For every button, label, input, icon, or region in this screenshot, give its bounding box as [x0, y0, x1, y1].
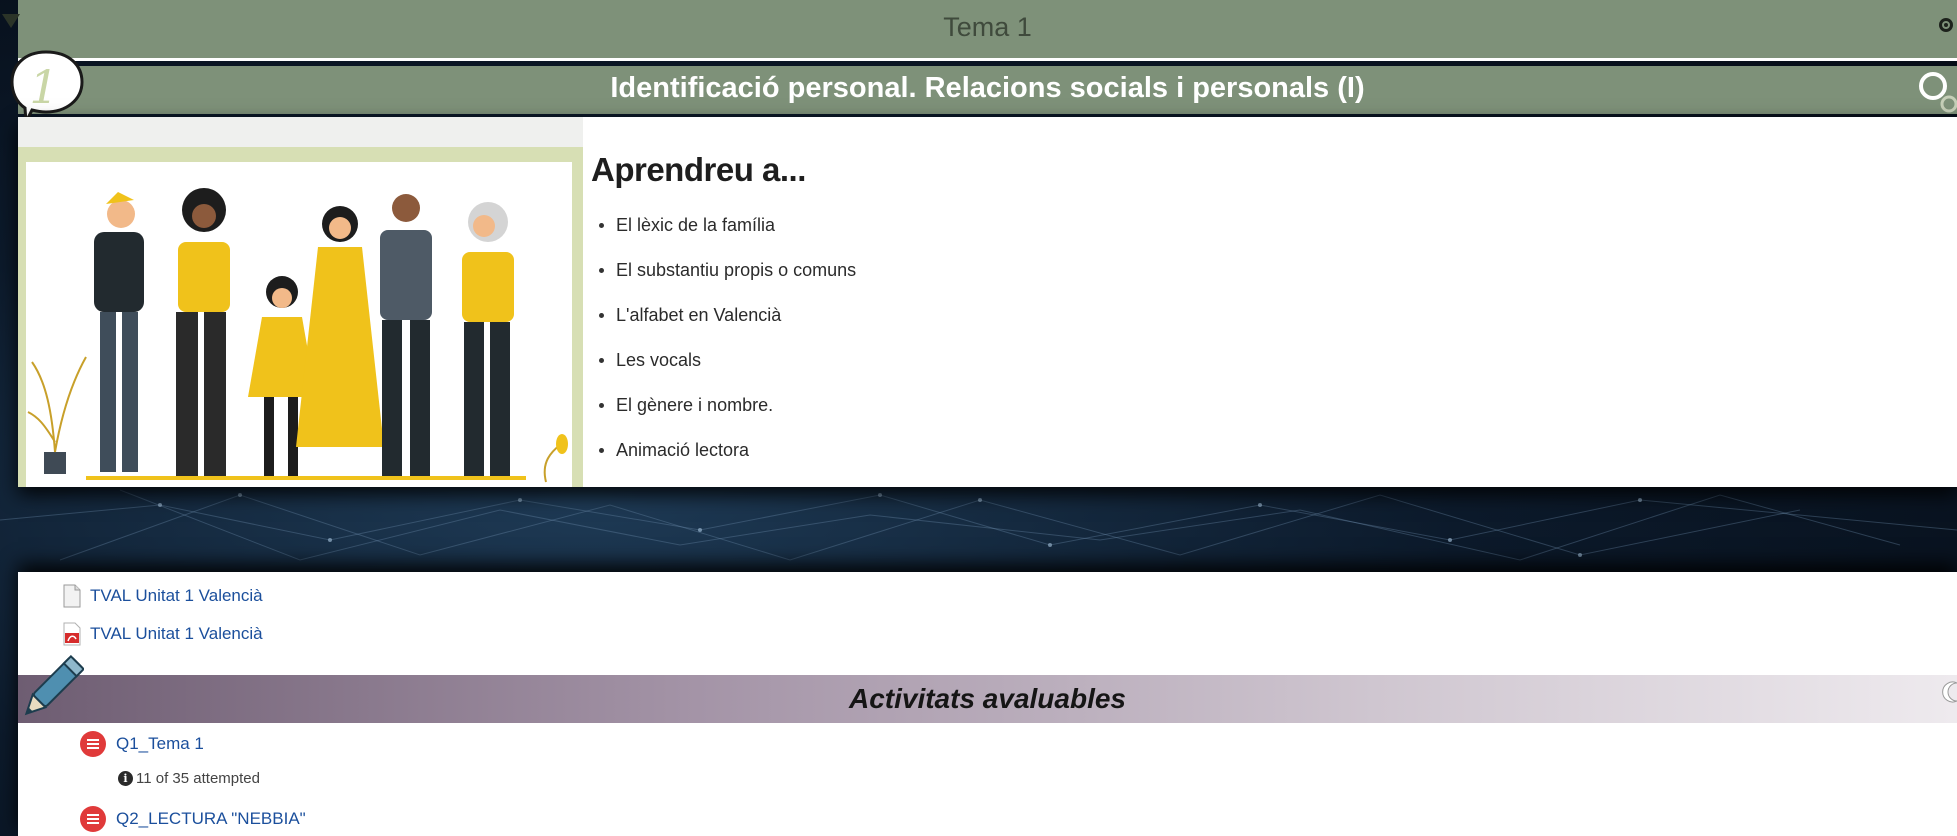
section-title: Tema 1 — [943, 12, 1032, 42]
illustration-frame — [18, 117, 583, 487]
moon-icon — [1942, 681, 1957, 703]
family-illustration — [26, 162, 572, 487]
resource-label[interactable]: TVAL Unitat 1 Valencià — [90, 586, 263, 606]
resource-label[interactable]: TVAL Unitat 1 Valencià — [90, 624, 263, 644]
gear-icon — [1919, 72, 1957, 113]
topic-item: L'alfabet en Valencià — [598, 293, 856, 338]
unit-intro-panel: Aprendreu a... El lèxic de la família El… — [18, 117, 1957, 487]
topic-item: El gènere i nombre. — [598, 383, 856, 428]
info-icon: i — [118, 771, 133, 786]
attempt-status: i 11 of 35 attempted — [118, 770, 260, 787]
target-icon[interactable] — [1939, 18, 1953, 32]
document-icon — [63, 584, 81, 608]
pdf-icon — [63, 622, 81, 646]
quiz-label[interactable]: Q2_LECTURA "NEBBIA" — [116, 809, 306, 829]
learn-heading: Aprendreu a... — [591, 151, 806, 188]
topic-item: El lèxic de la família — [598, 203, 856, 248]
pencil-icon — [24, 655, 84, 716]
collapse-arrow-icon[interactable] — [2, 14, 20, 28]
speech-bubble-number-icon: 1 — [10, 50, 84, 126]
resource-link-pdf[interactable]: TVAL Unitat 1 Valencià — [62, 619, 263, 649]
topic-list: El lèxic de la família El substantiu pro… — [598, 203, 856, 473]
quiz-link-q1[interactable]: Q1_Tema 1 — [80, 731, 204, 757]
quiz-link-q2[interactable]: Q2_LECTURA "NEBBIA" — [80, 806, 306, 832]
activities-title: Activitats avaluables — [848, 683, 1127, 714]
topic-item: Les vocals — [598, 338, 856, 383]
unit-title-bar: Identificació personal. Relacions social… — [18, 66, 1957, 114]
attempt-status-text: 11 of 35 attempted — [136, 770, 260, 787]
unit-number: 1 — [29, 60, 58, 114]
resource-link-document[interactable]: TVAL Unitat 1 Valencià — [62, 581, 263, 611]
section-header[interactable]: Tema 1 — [18, 0, 1957, 61]
unit-title: Identificació personal. Relacions social… — [610, 72, 1365, 104]
activities-header: Activitats avaluables — [18, 675, 1957, 723]
quiz-label[interactable]: Q1_Tema 1 — [116, 734, 204, 754]
topic-item: Animació lectora — [598, 428, 856, 473]
quiz-icon — [80, 806, 106, 832]
topic-item: El substantiu propis o comuns — [598, 248, 856, 293]
quiz-icon — [80, 731, 106, 757]
